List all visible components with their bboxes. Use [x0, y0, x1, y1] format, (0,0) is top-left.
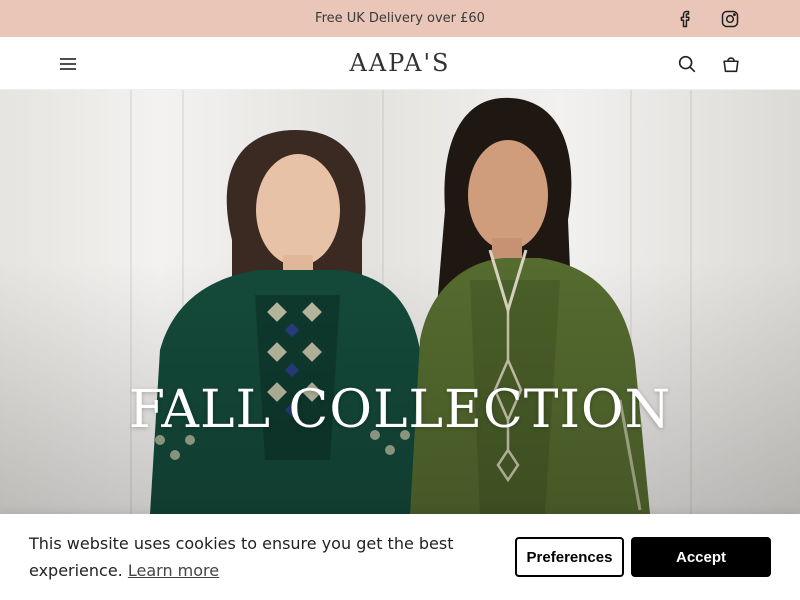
shopping-bag-icon — [720, 57, 742, 79]
cookie-message-block: This website uses cookies to ensure you … — [29, 530, 469, 584]
instagram-icon — [720, 9, 740, 29]
facebook-link[interactable] — [676, 0, 696, 37]
search-button[interactable] — [676, 53, 698, 75]
announcement-text: Free UK Delivery over £60 — [315, 11, 485, 26]
preferences-button[interactable]: Preferences — [515, 537, 624, 577]
hero-title: FALL COLLECTION — [128, 380, 672, 440]
facebook-icon — [676, 9, 696, 29]
hero-overlay — [0, 90, 800, 514]
cart-button[interactable] — [720, 53, 742, 75]
learn-more-link[interactable]: Learn more — [128, 561, 219, 580]
site-header: AAPA'S — [0, 37, 800, 90]
cookie-banner: This website uses cookies to ensure you … — [0, 514, 800, 600]
hero-banner[interactable]: FALL COLLECTION — [0, 90, 800, 514]
accept-button[interactable]: Accept — [631, 537, 771, 577]
search-icon — [676, 55, 698, 79]
instagram-link[interactable] — [720, 0, 740, 37]
cookie-message: This website uses cookies to ensure you … — [29, 534, 454, 580]
